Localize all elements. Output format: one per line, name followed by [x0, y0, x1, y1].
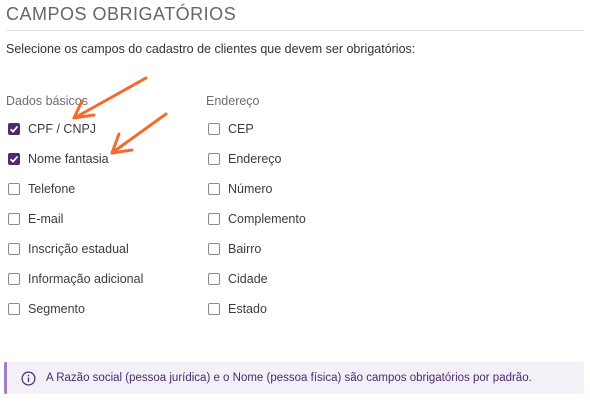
checkbox-informacao-adicional[interactable]: Informação adicional — [8, 264, 143, 294]
checkbox-label: Número — [228, 182, 273, 196]
checkbox-bairro[interactable]: Bairro — [208, 234, 306, 264]
checkbox-label: E-mail — [28, 212, 64, 226]
checkbox-icon[interactable] — [8, 243, 20, 255]
checkbox-label: Segmento — [28, 302, 85, 316]
checkbox-icon[interactable] — [208, 153, 220, 165]
section-subtitle: Selecione os campos do cadastro de clien… — [6, 42, 416, 56]
checkbox-segmento[interactable]: Segmento — [8, 294, 143, 324]
checkbox-label: CPF / CNPJ — [28, 122, 97, 136]
checkbox-estado[interactable]: Estado — [208, 294, 306, 324]
checkbox-inscricao-estadual[interactable]: Inscrição estadual — [8, 234, 143, 264]
checkbox-label: CEP — [228, 122, 254, 136]
checkbox-icon[interactable] — [208, 303, 220, 315]
address-fields-heading: Endereço — [206, 94, 260, 108]
checkbox-label: Informação adicional — [28, 272, 144, 286]
checkbox-endereco[interactable]: Endereço — [208, 144, 306, 174]
checkbox-icon[interactable] — [8, 123, 20, 135]
title-divider — [6, 30, 584, 31]
checkbox-cidade[interactable]: Cidade — [208, 264, 306, 294]
checkbox-label: Cidade — [228, 272, 268, 286]
checkbox-icon[interactable] — [208, 123, 220, 135]
checkbox-icon[interactable] — [8, 183, 20, 195]
checkbox-label: Telefone — [28, 182, 76, 196]
checkbox-telefone[interactable]: Telefone — [8, 174, 143, 204]
checkbox-label: Endereço — [228, 152, 282, 166]
checkbox-email[interactable]: E-mail — [8, 204, 143, 234]
address-fields-column: Endereço CEP Endereço Número Complemento… — [206, 94, 306, 324]
checkbox-icon[interactable] — [8, 303, 20, 315]
checkbox-icon[interactable] — [208, 213, 220, 225]
checkbox-label: Inscrição estadual — [28, 242, 129, 256]
checkbox-label: Nome fantasia — [28, 152, 109, 166]
checkbox-complemento[interactable]: Complemento — [208, 204, 306, 234]
annotation-arrow-nome-fantasia — [110, 112, 168, 155]
checkbox-label: Bairro — [228, 242, 262, 256]
checkbox-icon[interactable] — [208, 183, 220, 195]
checkbox-numero[interactable]: Número — [208, 174, 306, 204]
checkbox-icon[interactable] — [8, 153, 20, 165]
checkbox-cep[interactable]: CEP — [208, 114, 306, 144]
checkbox-icon[interactable] — [208, 273, 220, 285]
checkbox-label: Complemento — [228, 212, 306, 226]
checkbox-icon[interactable] — [8, 213, 20, 225]
info-text: A Razão social (pessoa jurídica) e o Nom… — [46, 372, 532, 384]
checkbox-icon[interactable] — [8, 273, 20, 285]
checkbox-label: Estado — [228, 302, 267, 316]
info-notice: A Razão social (pessoa jurídica) e o Nom… — [4, 362, 584, 394]
section-title: CAMPOS OBRIGATÓRIOS — [6, 4, 237, 24]
checkbox-icon[interactable] — [208, 243, 220, 255]
info-circle-icon — [21, 371, 36, 385]
